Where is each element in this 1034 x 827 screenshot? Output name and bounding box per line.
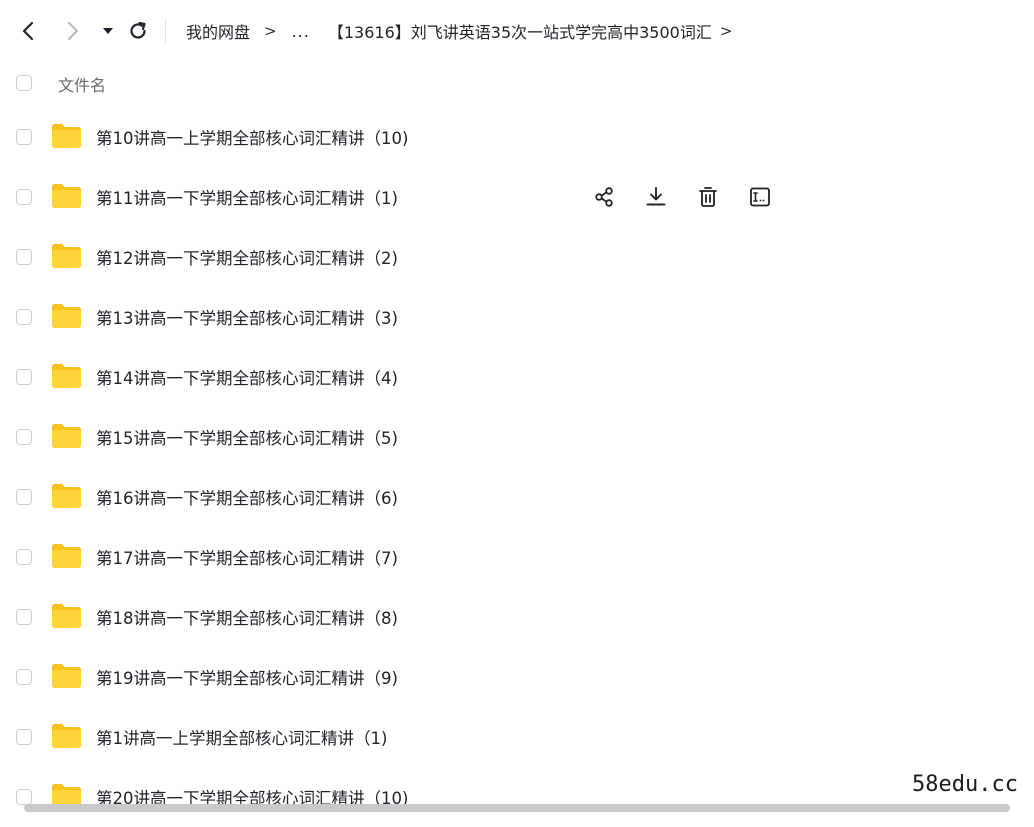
- list-item[interactable]: 第19讲高一下学期全部核心词汇精讲（9): [0, 647, 1034, 707]
- forward-arrow-icon[interactable]: [61, 18, 85, 44]
- row-actions: [591, 184, 799, 210]
- file-name[interactable]: 第19讲高一下学期全部核心词汇精讲（9): [96, 665, 398, 689]
- folder-icon: [51, 483, 82, 509]
- breadcrumb-collapsed[interactable]: ...: [292, 22, 310, 41]
- folder-icon: [51, 303, 82, 329]
- file-name[interactable]: 第14讲高一下学期全部核心词汇精讲（4): [96, 365, 398, 389]
- file-name[interactable]: 第17讲高一下学期全部核心词汇精讲（7): [96, 545, 398, 569]
- horizontal-scrollbar[interactable]: [24, 804, 1010, 812]
- file-name[interactable]: 第10讲高一上学期全部核心词汇精讲（10): [96, 125, 408, 149]
- folder-icon: [51, 183, 82, 209]
- file-name[interactable]: 第18讲高一下学期全部核心词汇精讲（8): [96, 605, 398, 629]
- folder-icon: [51, 663, 82, 689]
- breadcrumb-separator: >: [264, 22, 277, 40]
- breadcrumb: 我的网盘 > ... 【13616】刘飞讲英语35次一站式学完高中3500词汇 …: [186, 17, 747, 45]
- folder-icon: [51, 363, 82, 389]
- download-icon[interactable]: [643, 184, 669, 210]
- list-item[interactable]: 第15讲高一下学期全部核心词汇精讲（5): [0, 407, 1034, 467]
- row-checkbox[interactable]: [16, 249, 32, 265]
- list-item[interactable]: 第12讲高一下学期全部核心词汇精讲（2): [0, 227, 1034, 287]
- row-checkbox[interactable]: [16, 369, 32, 385]
- file-name[interactable]: 第15讲高一下学期全部核心词汇精讲（5): [96, 425, 398, 449]
- list-item[interactable]: 第1讲高一上学期全部核心词汇精讲（1): [0, 707, 1034, 767]
- list-item[interactable]: 第13讲高一下学期全部核心词汇精讲（3): [0, 287, 1034, 347]
- file-name[interactable]: 第13讲高一下学期全部核心词汇精讲（3): [96, 305, 398, 329]
- back-arrow-icon[interactable]: [16, 18, 40, 44]
- list-item[interactable]: 第10讲高一上学期全部核心词汇精讲（10): [0, 107, 1034, 167]
- list-item[interactable]: 第18讲高一下学期全部核心词汇精讲（8): [0, 587, 1034, 647]
- list-item[interactable]: 第11讲高一下学期全部核心词汇精讲（1): [0, 167, 1034, 227]
- share-icon[interactable]: [591, 184, 617, 210]
- column-header-filename[interactable]: 文件名: [58, 72, 106, 96]
- row-checkbox[interactable]: [16, 429, 32, 445]
- folder-icon: [51, 543, 82, 569]
- breadcrumb-current-folder[interactable]: 【13616】刘飞讲英语35次一站式学完高中3500词汇: [328, 19, 712, 43]
- file-name[interactable]: 第12讲高一下学期全部核心词汇精讲（2): [96, 245, 398, 269]
- file-name[interactable]: 第11讲高一下学期全部核心词汇精讲（1): [96, 185, 398, 209]
- breadcrumb-root[interactable]: 我的网盘: [186, 19, 250, 43]
- folder-icon: [51, 243, 82, 269]
- folder-icon: [51, 123, 82, 149]
- dropdown-caret-icon[interactable]: [96, 18, 120, 44]
- toolbar: 我的网盘 > ... 【13616】刘飞讲英语35次一站式学完高中3500词汇 …: [0, 0, 1034, 62]
- refresh-icon[interactable]: [126, 18, 150, 44]
- row-checkbox[interactable]: [16, 549, 32, 565]
- delete-icon[interactable]: [695, 184, 721, 210]
- list-header: 文件名: [0, 64, 1034, 102]
- folder-icon: [51, 423, 82, 449]
- list-item[interactable]: 第16讲高一下学期全部核心词汇精讲（6): [0, 467, 1034, 527]
- row-checkbox[interactable]: [16, 489, 32, 505]
- row-checkbox[interactable]: [16, 729, 32, 745]
- list-item[interactable]: 第20讲高一下学期全部核心词汇精讲（10): [0, 767, 1034, 827]
- list-item[interactable]: 第17讲高一下学期全部核心词汇精讲（7): [0, 527, 1034, 587]
- select-all-checkbox[interactable]: [16, 75, 32, 91]
- file-name[interactable]: 第1讲高一上学期全部核心词汇精讲（1): [96, 725, 387, 749]
- breadcrumb-separator: >: [719, 22, 733, 40]
- row-checkbox[interactable]: [16, 609, 32, 625]
- row-checkbox[interactable]: [16, 189, 32, 205]
- toolbar-divider: [165, 18, 166, 44]
- row-checkbox[interactable]: [16, 129, 32, 145]
- list-item[interactable]: 第14讲高一下学期全部核心词汇精讲（4): [0, 347, 1034, 407]
- row-checkbox[interactable]: [16, 309, 32, 325]
- row-checkbox[interactable]: [16, 669, 32, 685]
- folder-icon: [51, 723, 82, 749]
- rename-icon[interactable]: [747, 184, 773, 210]
- watermark: 58edu.cc: [910, 772, 1020, 797]
- folder-icon: [51, 603, 82, 629]
- file-name[interactable]: 第16讲高一下学期全部核心词汇精讲（6): [96, 485, 398, 509]
- row-checkbox[interactable]: [16, 789, 32, 805]
